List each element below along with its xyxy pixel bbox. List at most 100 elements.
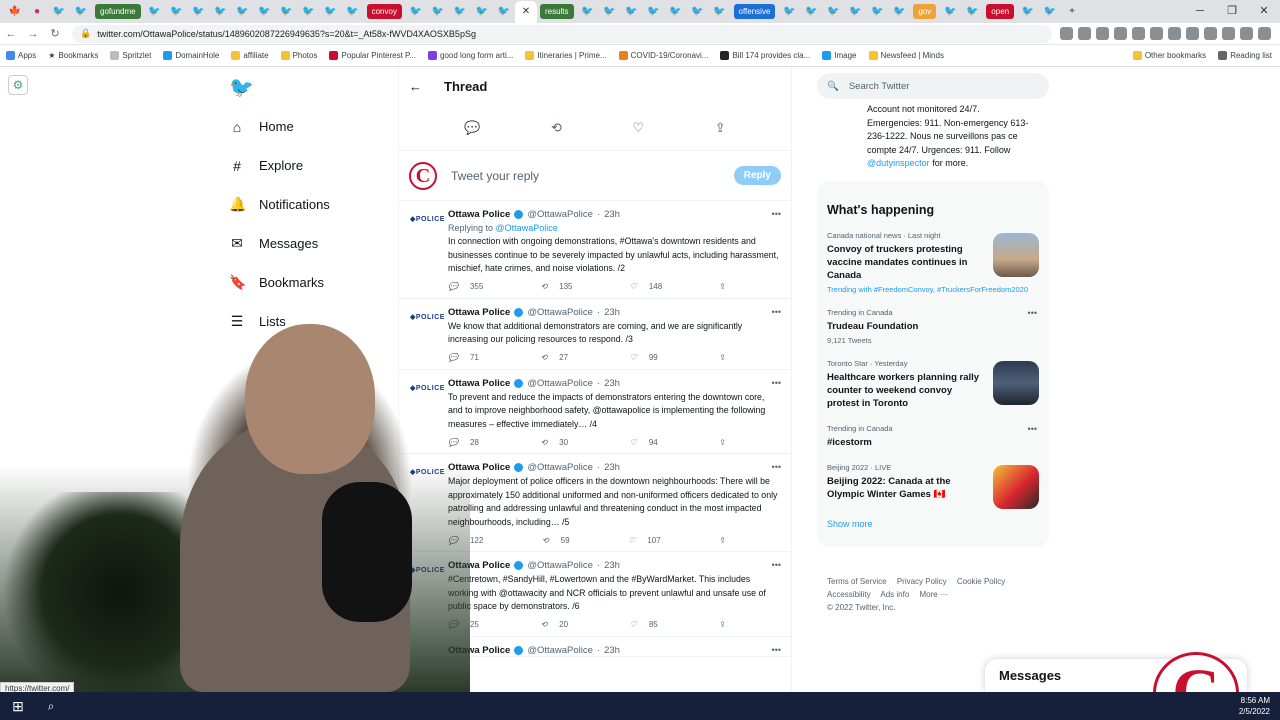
tweet-item[interactable]: ◆POLICE Ottawa Police @OttawaPolice · 23h •… bbox=[399, 201, 791, 299]
share-icon[interactable]: ⇪ bbox=[719, 536, 726, 545]
bookmark-bookmarks[interactable]: ★ Bookmarks bbox=[48, 51, 98, 60]
minimize-icon[interactable]: ─ bbox=[1184, 0, 1216, 23]
extension-icon[interactable] bbox=[1078, 27, 1091, 40]
tab-icon[interactable]: 🐦 bbox=[493, 2, 515, 22]
retweet-action[interactable]: ⟲ 59 bbox=[542, 536, 570, 545]
ottawa-police-avatar[interactable]: ◆POLICE bbox=[410, 313, 444, 327]
more-options-icon[interactable]: ••• bbox=[772, 645, 781, 655]
tweet-author[interactable]: Ottawa Police bbox=[448, 209, 510, 220]
tab-gofundme[interactable]: gofundme bbox=[95, 4, 141, 19]
tweet-time[interactable]: 23h bbox=[604, 462, 620, 473]
reload-icon[interactable]: ↻ bbox=[44, 27, 66, 40]
sidebar-item-messages[interactable]: ✉ Messages bbox=[225, 224, 385, 263]
tab-icon[interactable]: 🐦 bbox=[709, 2, 731, 22]
like-action[interactable]: ♡ 99 bbox=[630, 353, 658, 362]
extension-icon[interactable] bbox=[1186, 27, 1199, 40]
extension-puzzle-icon[interactable]: ⚙ bbox=[8, 75, 28, 95]
retweet-icon[interactable]: ⟲ bbox=[551, 120, 562, 136]
extension-icon[interactable] bbox=[1204, 27, 1217, 40]
retweet-action[interactable]: ⟲ 135 bbox=[540, 282, 572, 291]
reply-action[interactable]: 💬 122 bbox=[448, 536, 483, 545]
trend-item[interactable]: Trending in Canada #icestorm ••• bbox=[817, 418, 1049, 457]
share-icon[interactable]: ⇪ bbox=[715, 120, 726, 136]
tab-results[interactable]: results bbox=[539, 4, 574, 19]
ottawa-police-avatar[interactable]: ◆POLICE bbox=[410, 566, 444, 580]
reply-action[interactable]: 💬 28 bbox=[448, 438, 479, 447]
bookmark-covid[interactable]: COVID-19/Coronavi... bbox=[618, 51, 708, 60]
trend-item[interactable]: Toronto Star · Yesterday Healthcare work… bbox=[817, 353, 1049, 418]
tweet-item[interactable]: ◆POLICE Ottawa Police @OttawaPolice · 23h •… bbox=[399, 370, 791, 454]
tab-icon[interactable]: 🐦 bbox=[961, 2, 983, 22]
extension-icon[interactable] bbox=[1168, 27, 1181, 40]
taskbar-clock[interactable]: 8:56 AM 2/5/2022 bbox=[1239, 695, 1270, 717]
tab-convoy[interactable]: convoy bbox=[366, 4, 402, 19]
bookmark-apps[interactable]: Apps bbox=[6, 51, 36, 60]
privacy-link[interactable]: Privacy Policy bbox=[897, 577, 947, 586]
back-arrow-icon[interactable]: ← bbox=[0, 28, 22, 40]
share-icon[interactable]: ⇪ bbox=[719, 282, 726, 291]
back-arrow-icon[interactable]: ← bbox=[409, 79, 422, 94]
tweet-author[interactable]: Ottawa Police bbox=[448, 378, 510, 389]
ottawa-police-avatar[interactable]: ◆POLICE bbox=[410, 384, 444, 398]
sidebar-item-explore[interactable]: # Explore bbox=[225, 146, 385, 185]
tab-icon[interactable]: ● bbox=[26, 2, 48, 22]
tab-offensive[interactable]: offensive bbox=[733, 4, 776, 19]
tab-icon[interactable]: 🐦 bbox=[427, 2, 449, 22]
tab-icon[interactable]: 🐦 bbox=[1017, 2, 1039, 22]
tab-icon[interactable]: 🐦 bbox=[298, 2, 320, 22]
extension-icon[interactable] bbox=[1060, 27, 1073, 40]
tweet-item[interactable]: Ottawa Police @OttawaPolice · 23h ••• bbox=[399, 637, 791, 657]
like-icon[interactable]: ♡ bbox=[633, 120, 645, 136]
share-icon[interactable]: ⇪ bbox=[719, 620, 726, 629]
bookmark-spritzlet[interactable]: Spritzlet bbox=[110, 51, 151, 60]
bookmark-domainhole[interactable]: DomainHole bbox=[163, 51, 219, 60]
bookmark-image[interactable]: Image bbox=[822, 51, 857, 60]
reply-button[interactable]: Reply bbox=[733, 166, 781, 185]
tab-icon[interactable]: 🐦 bbox=[342, 2, 364, 22]
tweet-handle[interactable]: @OttawaPolice bbox=[527, 462, 593, 473]
terms-link[interactable]: Terms of Service bbox=[827, 577, 887, 586]
tab-icon[interactable]: 🐦 bbox=[188, 2, 210, 22]
tweet-author[interactable]: Ottawa Police bbox=[448, 307, 510, 318]
tab-icon[interactable]: 🐦 bbox=[822, 2, 844, 22]
search-input[interactable]: 🔍 Search Twitter bbox=[817, 73, 1049, 99]
more-options-icon[interactable]: ••• bbox=[772, 560, 781, 570]
like-action[interactable]: ♡ 107 bbox=[628, 536, 661, 545]
tweet-author[interactable]: Ottawa Police bbox=[448, 645, 510, 656]
twitter-bird-icon[interactable]: 🐦 bbox=[229, 77, 254, 99]
tab-icon[interactable]: 🐦 bbox=[866, 2, 888, 22]
url-field[interactable]: 🔒 twitter.com/OttawaPolice/status/148960… bbox=[72, 24, 1052, 43]
windows-start-icon[interactable]: ⊞ bbox=[0, 698, 36, 715]
tweet-author[interactable]: Ottawa Police bbox=[448, 560, 510, 571]
restore-icon[interactable]: ❐ bbox=[1216, 0, 1248, 23]
tab-icon[interactable]: 🐦 bbox=[778, 2, 800, 22]
extension-icon[interactable] bbox=[1132, 27, 1145, 40]
more-options-icon[interactable]: ••• bbox=[1028, 424, 1037, 434]
tab-icon[interactable]: 🐦 bbox=[665, 2, 687, 22]
tab-gov[interactable]: gov bbox=[913, 4, 937, 19]
tweet-time[interactable]: 23h bbox=[604, 560, 620, 571]
bookmark-pinterest[interactable]: Popular Pinterest P... bbox=[329, 51, 416, 60]
tab-icon[interactable]: 🐦 bbox=[254, 2, 276, 22]
trend-item[interactable]: Canada national news · Last night Convoy… bbox=[817, 225, 1049, 302]
mention-link[interactable]: @OttawaPolice bbox=[496, 223, 558, 233]
tab-open[interactable]: open bbox=[986, 4, 1015, 19]
tab-icon[interactable]: 🐦 bbox=[888, 2, 910, 22]
bookmark-affiliate[interactable]: affiliate bbox=[231, 51, 269, 60]
extension-icon[interactable] bbox=[1222, 27, 1235, 40]
sidebar-item-home[interactable]: ⌂ Home bbox=[225, 107, 385, 146]
share-icon[interactable]: ⇪ bbox=[719, 438, 726, 447]
ads-info-link[interactable]: Ads info bbox=[880, 590, 909, 599]
tab-icon[interactable]: 🐦 bbox=[1039, 2, 1061, 22]
ottawa-police-avatar[interactable]: ◆POLICE bbox=[410, 468, 444, 482]
tweet-item[interactable]: ◆POLICE Ottawa Police @OttawaPolice · 23h •… bbox=[399, 552, 791, 637]
tweet-item[interactable]: ◆POLICE Ottawa Police @OttawaPolice · 23h •… bbox=[399, 299, 791, 370]
tab-icon[interactable]: 🐦 bbox=[405, 2, 427, 22]
more-options-icon[interactable]: ••• bbox=[772, 307, 781, 317]
ottawa-police-avatar[interactable]: ◆POLICE bbox=[410, 215, 444, 229]
tab-icon[interactable]: 🐦 bbox=[320, 2, 342, 22]
extension-icon[interactable] bbox=[1258, 27, 1271, 40]
reply-icon[interactable]: 💬 bbox=[464, 120, 480, 136]
dutyinspector-link[interactable]: @dutyinspector bbox=[867, 158, 930, 168]
tab-icon[interactable]: 🍁 bbox=[4, 2, 26, 22]
